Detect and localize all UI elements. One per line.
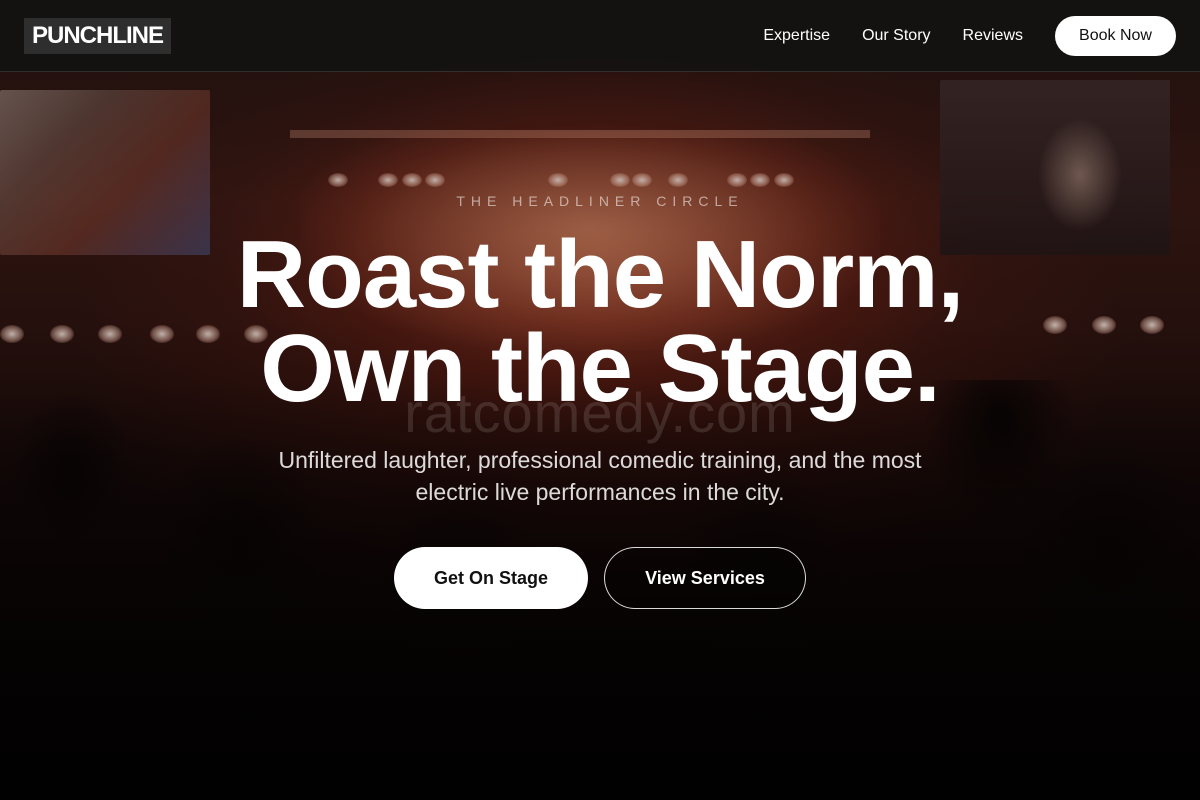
- brand-logo[interactable]: PUNCHLINE: [24, 17, 172, 54]
- hero-cta-row: Get On Stage View Services: [0, 547, 1200, 609]
- nav-link-our-story[interactable]: Our Story: [862, 27, 930, 45]
- book-now-button[interactable]: Book Now: [1055, 15, 1176, 56]
- nav-link-reviews[interactable]: Reviews: [963, 27, 1023, 45]
- view-services-button[interactable]: View Services: [604, 547, 806, 609]
- hero-headline-line1: Roast the Norm,: [236, 221, 964, 328]
- get-on-stage-button[interactable]: Get On Stage: [394, 547, 588, 609]
- hero-eyebrow: THE HEADLINER CIRCLE: [456, 193, 744, 209]
- top-navbar: PUNCHLINE Expertise Our Story Reviews Bo…: [0, 0, 1200, 72]
- main-nav: Expertise Our Story Reviews Book Now: [763, 15, 1176, 56]
- watermark-text: ratcomedy.com: [404, 381, 796, 444]
- hero-section: THE HEADLINER CIRCLE Roast the Norm, Own…: [0, 0, 1200, 800]
- hero-subtitle: Unfiltered laughter, professional comedi…: [278, 447, 922, 505]
- nav-link-expertise[interactable]: Expertise: [763, 27, 830, 45]
